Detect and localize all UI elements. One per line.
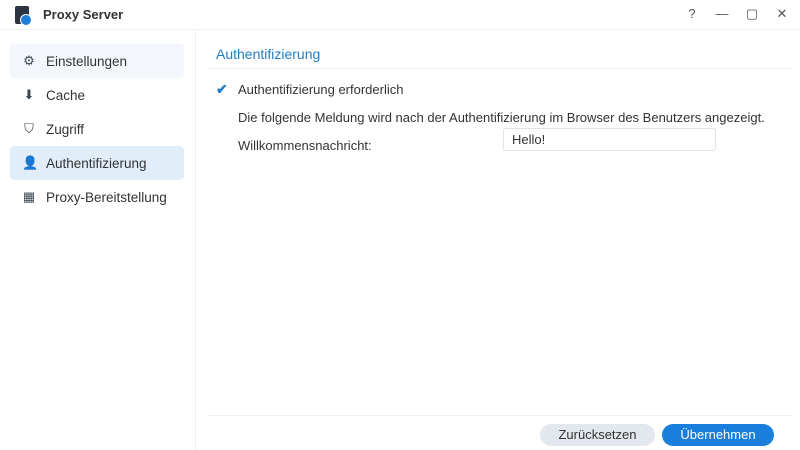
router-icon: ▦ [22, 189, 36, 204]
help-button[interactable]: ? [684, 6, 700, 22]
user-icon: 👤 [22, 155, 39, 170]
sidebar-item-authentifizierung[interactable]: 👤 Authentifizierung [10, 146, 184, 180]
reset-button[interactable]: Zurücksetzen [540, 424, 655, 446]
main-panel: Authentifizierung ✔ Authentifizierung er… [208, 31, 792, 450]
app-icon [15, 5, 32, 26]
shield-icon: ⛉ [24, 121, 34, 136]
maximize-button[interactable]: ▢ [744, 6, 760, 22]
sidebar-item-cache[interactable]: ⬇ Cache [10, 78, 184, 112]
sidebar: ⚙ Einstellungen ⬇ Cache ⛉ Zugriff 👤 Authenti… [0, 31, 196, 450]
cache-icon: ⬇ [23, 87, 35, 102]
footer: Zurücksetzen Übernehmen [208, 415, 792, 450]
welcome-message-input[interactable]: Hello! [503, 128, 716, 151]
checkmark-icon[interactable]: ✔ [216, 81, 238, 98]
window-title: Proxy Server [43, 7, 124, 22]
description-text: Die folgende Meldung wird nach der Authe… [238, 109, 765, 125]
apply-button[interactable]: Übernehmen [662, 424, 774, 446]
auth-required-checkbox[interactable]: ✔ Authentifizierung erforderlich [216, 79, 792, 99]
sidebar-item-zugriff[interactable]: ⛉ Zugriff [10, 112, 184, 146]
sidebar-item-proxy-bereitstellung[interactable]: ▦ Proxy-Bereitstellung [10, 180, 184, 214]
gear-icon: ⚙ [23, 53, 35, 68]
minimize-button[interactable]: — [714, 6, 730, 22]
welcome-label: Willkommensnachricht: [238, 137, 372, 153]
sidebar-item-einstellungen[interactable]: ⚙ Einstellungen [10, 44, 184, 78]
close-button[interactable]: ✕ [774, 6, 790, 22]
title-bar: Proxy Server ? — ▢ ✕ [0, 0, 800, 30]
section-title: Authentifizierung [208, 31, 792, 69]
